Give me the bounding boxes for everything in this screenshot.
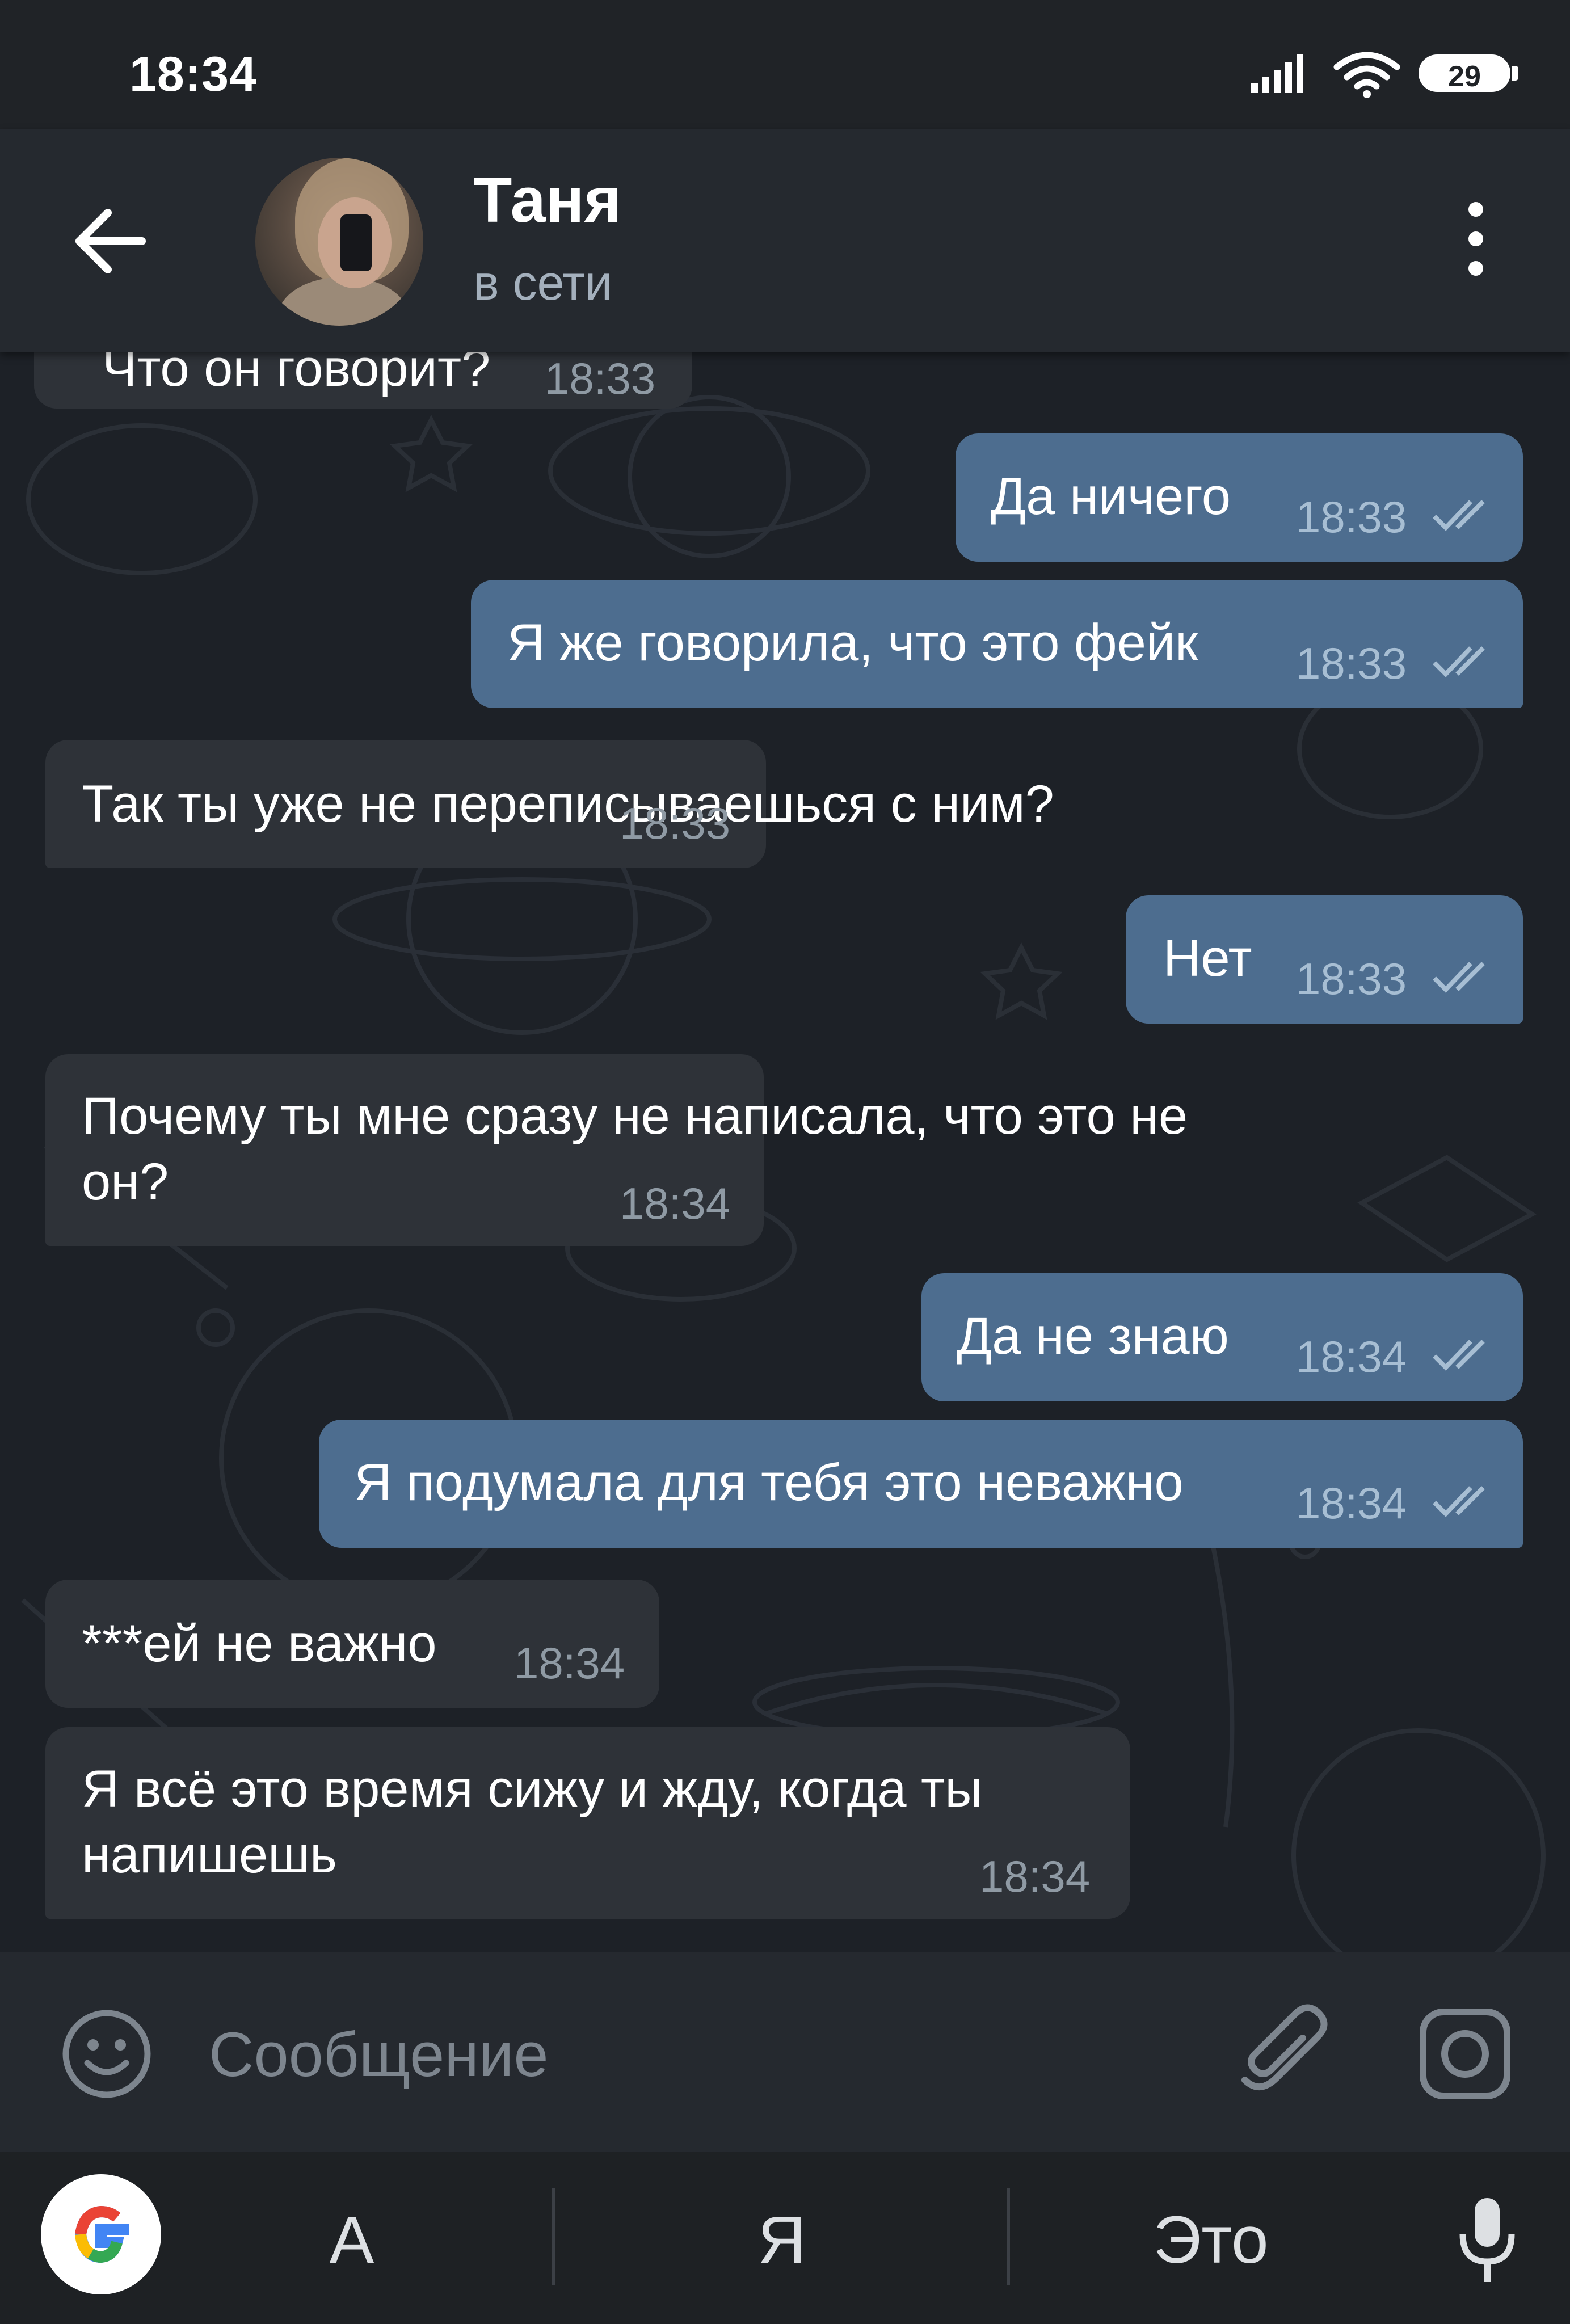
wifi-icon bbox=[1333, 52, 1400, 98]
double-check-icon bbox=[1433, 962, 1485, 993]
message-bubble-incoming[interactable]: Я всё это время сижу и жду, когда ты нап… bbox=[45, 1727, 1130, 1919]
status-bar: 18:34 29 bbox=[0, 0, 1570, 129]
suggestion-2[interactable]: Я bbox=[668, 2201, 895, 2279]
message-time: 18:34 bbox=[1296, 1478, 1407, 1528]
message-text: Нет bbox=[1163, 929, 1252, 987]
double-check-icon bbox=[1433, 646, 1485, 677]
suggestion-divider bbox=[552, 2188, 555, 2285]
message-bubble-incoming[interactable]: Почему ты мне сразу не написала, что это… bbox=[45, 1054, 1188, 1246]
emoji-icon[interactable] bbox=[59, 2006, 154, 2102]
message-text: ***ей не важно bbox=[82, 1615, 437, 1673]
back-arrow-icon[interactable] bbox=[68, 204, 153, 278]
message-text: Что он говорит? bbox=[102, 352, 491, 397]
message-bubble-outgoing[interactable]: Я же говорила, что это фейк 18:33 bbox=[471, 580, 1523, 708]
message-time: 18:34 bbox=[1296, 1332, 1407, 1382]
online-status: в сети bbox=[473, 256, 612, 310]
suggestion-divider bbox=[1007, 2188, 1010, 2285]
message-bubble-incoming[interactable]: ***ей не важно 18:34 bbox=[45, 1580, 659, 1708]
message-bubble-incoming[interactable]: Что он говорит? 18:33 bbox=[34, 352, 692, 409]
clock: 18:34 bbox=[129, 47, 257, 102]
chat-header: Таня в сети bbox=[0, 129, 1570, 352]
message-time: 18:34 bbox=[979, 1851, 1091, 1901]
message-bubble-outgoing[interactable]: Да ничего 18:33 bbox=[956, 433, 1523, 562]
message-time: 18:33 bbox=[545, 353, 656, 403]
message-bubble-outgoing[interactable]: Я подумала для тебя это неважно 18:34 bbox=[319, 1420, 1523, 1548]
message-text-line: Почему ты мне сразу не написала, что это… bbox=[82, 1087, 1188, 1145]
message-text: Да ничего bbox=[991, 468, 1231, 525]
message-bubble-incoming[interactable]: Так ты уже не переписываешься с ним? 18:… bbox=[45, 740, 1054, 868]
message-text: Я подумала для тебя это неважно bbox=[354, 1454, 1184, 1512]
message-time: 18:33 bbox=[1296, 492, 1407, 542]
message-bubble-outgoing[interactable]: Да не знаю 18:34 bbox=[921, 1273, 1523, 1401]
message-text: Так ты уже не переписываешься с ним? bbox=[82, 775, 1054, 833]
message-time: 18:33 bbox=[1296, 638, 1407, 688]
double-check-icon bbox=[1433, 500, 1485, 531]
battery-icon: 29 bbox=[1419, 54, 1510, 93]
message-input[interactable]: Сообщение bbox=[209, 2019, 549, 2091]
message-text-line: он? bbox=[82, 1153, 169, 1211]
message-time: 18:33 bbox=[1296, 954, 1407, 1004]
message-text-line: напишешь bbox=[82, 1826, 337, 1884]
message-text: Да не знаю bbox=[957, 1307, 1229, 1365]
contact-name[interactable]: Таня bbox=[473, 163, 621, 237]
avatar[interactable] bbox=[255, 158, 423, 326]
keyboard-suggestion-bar: А Я Это bbox=[0, 2152, 1570, 2324]
google-icon[interactable] bbox=[41, 2174, 161, 2294]
message-bubble-outgoing[interactable]: Нет 18:33 bbox=[1126, 895, 1523, 1024]
message-text: Я же говорила, что это фейк bbox=[507, 614, 1198, 672]
composer: Сообщение bbox=[0, 1952, 1570, 2152]
microphone-icon[interactable] bbox=[1456, 2195, 1518, 2285]
camera-icon[interactable] bbox=[1417, 2006, 1513, 2102]
suggestion-3[interactable]: Это bbox=[1097, 2201, 1324, 2279]
more-vertical-icon[interactable] bbox=[1453, 197, 1498, 283]
battery-tip bbox=[1512, 66, 1518, 81]
battery-level: 29 bbox=[1448, 60, 1481, 93]
message-time: 18:34 bbox=[514, 1638, 625, 1688]
signal-icon bbox=[1251, 54, 1303, 93]
double-check-icon bbox=[1433, 1340, 1485, 1371]
suggestion-1[interactable]: А bbox=[238, 2201, 465, 2279]
message-list[interactable]: Что он говорит? 18:33 Да ничего 18:33 Я … bbox=[0, 352, 1570, 1952]
attach-icon[interactable] bbox=[1231, 2003, 1333, 2105]
message-time: 18:33 bbox=[620, 798, 731, 848]
message-text-line: Я всё это время сижу и жду, когда ты bbox=[82, 1760, 983, 1818]
double-check-icon bbox=[1433, 1486, 1485, 1517]
message-time: 18:34 bbox=[620, 1178, 731, 1228]
